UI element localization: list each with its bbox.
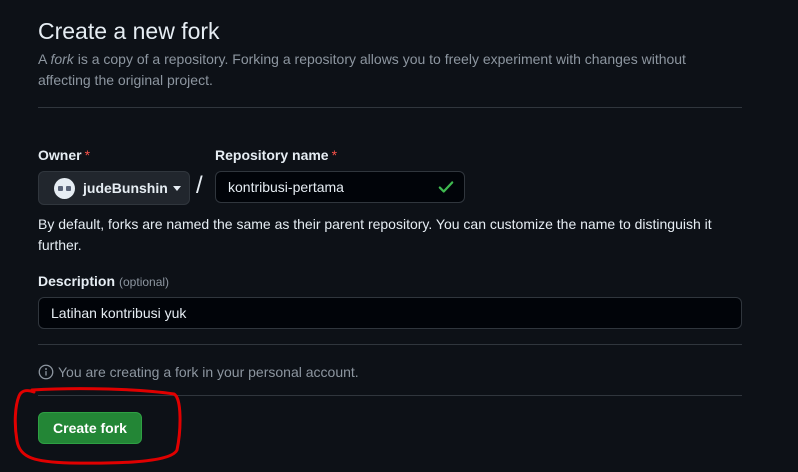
- subtitle-emphasis: fork: [50, 51, 74, 67]
- description-optional-note: (optional): [119, 275, 170, 289]
- owner-label-text: Owner: [38, 147, 82, 163]
- repository-required-mark: *: [331, 147, 338, 163]
- description-label: Description (optional): [38, 271, 169, 292]
- info-icon: [38, 364, 54, 380]
- form-divider: [38, 344, 742, 345]
- owner-label: Owner *: [38, 145, 90, 165]
- owner-avatar: [54, 177, 75, 199]
- description-label-text: Description: [38, 273, 116, 289]
- check-icon: [438, 181, 454, 193]
- repository-name-hint: By default, forks are named the same as …: [38, 216, 712, 253]
- red-circle-annotation: [13, 387, 182, 465]
- repository-name-input[interactable]: [215, 171, 465, 203]
- owner-dropdown-button[interactable]: judeBunshin: [38, 171, 190, 205]
- header-divider: [38, 107, 742, 108]
- create-fork-page: Create a new fork A fork is a copy of a …: [0, 0, 798, 472]
- owner-required-mark: *: [84, 147, 91, 163]
- owner-repo-separator: /: [196, 172, 203, 199]
- subtitle-text: is a copy of a repository. Forking a rep…: [38, 51, 686, 88]
- fork-location-text: You are creating a fork in your personal…: [58, 364, 359, 380]
- chevron-down-icon: [172, 185, 181, 191]
- repository-name-label: Repository name *: [215, 145, 337, 165]
- fork-location-notice: You are creating a fork in your personal…: [38, 362, 359, 382]
- owner-name: judeBunshin: [83, 180, 168, 196]
- subtitle-prefix: A: [38, 51, 51, 67]
- repository-name-label-text: Repository name: [215, 147, 329, 163]
- page-title: Create a new fork: [38, 18, 220, 44]
- page-subtitle: A fork is a copy of a repository. Forkin…: [38, 49, 738, 91]
- description-input[interactable]: [38, 297, 742, 329]
